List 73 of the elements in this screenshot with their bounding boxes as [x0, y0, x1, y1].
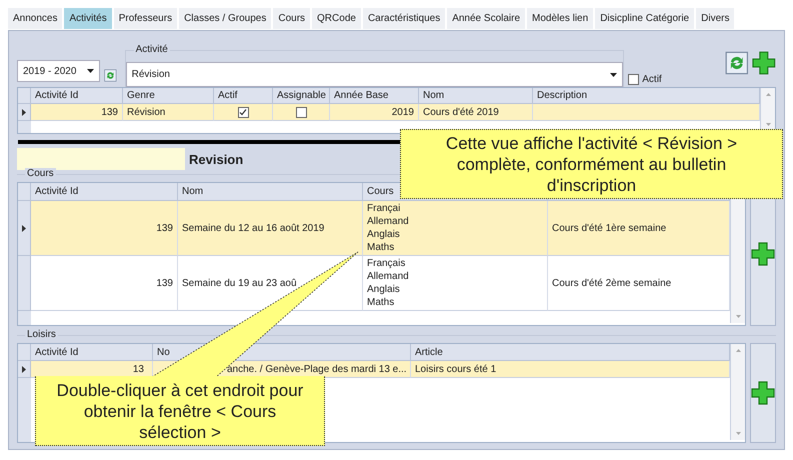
table-cell: Loisirs cours été 1: [411, 361, 730, 378]
scrollbar[interactable]: [760, 88, 775, 131]
scroll-down-icon[interactable]: [736, 432, 740, 435]
tab[interactable]: Activités: [64, 8, 112, 29]
row-indicator-icon: [22, 366, 26, 372]
scroll-down-icon[interactable]: [736, 315, 740, 318]
course-name: Français: [367, 257, 406, 270]
column-header[interactable]: Activité Id: [35, 186, 78, 197]
table-cell: Cours d'été 2019: [419, 104, 533, 121]
table-cell: Cours d'été 2ème semaine: [548, 256, 730, 311]
column-header[interactable]: Genre: [127, 90, 155, 101]
column-header[interactable]: Année Base: [334, 90, 388, 101]
plus-icon[interactable]: [752, 51, 776, 75]
activity-label: Activité: [134, 44, 170, 55]
table-cell: 139: [31, 201, 178, 256]
table-cell: Cours d'été 1ère semaine: [548, 201, 730, 256]
table-cell: 139: [31, 104, 123, 121]
tab[interactable]: Professeurs: [114, 8, 178, 29]
column-header[interactable]: Actif: [218, 90, 238, 101]
scroll-up-icon[interactable]: [736, 349, 740, 352]
add-button[interactable]: [750, 343, 776, 443]
table-cell: Révision: [123, 104, 214, 121]
tab[interactable]: Caractéristiques: [362, 8, 446, 29]
scroll-down-icon[interactable]: [766, 123, 770, 126]
plus-icon[interactable]: [751, 242, 775, 266]
scroll-up-icon[interactable]: [766, 93, 770, 96]
column-header[interactable]: Description: [537, 90, 588, 101]
column-header[interactable]: No: [157, 346, 170, 358]
column-header[interactable]: Nom: [423, 90, 444, 101]
column-header[interactable]: Article: [415, 346, 443, 358]
column-header[interactable]: Activité Id: [35, 90, 78, 101]
course-name: Allemand: [367, 270, 409, 283]
group-label: Loisirs: [25, 329, 58, 340]
refresh-icon[interactable]: [104, 69, 117, 82]
tab[interactable]: Année Scolaire: [447, 8, 526, 29]
table-cell: 139: [31, 256, 178, 311]
actif-checkbox[interactable]: [238, 106, 248, 118]
assignable-checkbox[interactable]: [296, 106, 306, 118]
tab[interactable]: Disicpline Catégorie: [595, 8, 694, 29]
column-header[interactable]: Nom: [182, 186, 204, 197]
tab[interactable]: Cours: [273, 8, 310, 29]
course-name: Françai: [367, 202, 400, 215]
column-header[interactable]: Activité Id: [35, 346, 78, 358]
table-cell: Semaine du 19 au 23 aoû: [178, 256, 363, 311]
tab[interactable]: Classes / Groupes: [179, 8, 272, 29]
actif-label: Actif: [642, 74, 662, 85]
actif-checkbox[interactable]: [628, 74, 640, 85]
dropdown-arrow-icon[interactable]: [86, 69, 94, 73]
column-header[interactable]: Cours: [367, 186, 394, 197]
course-name: Anglais: [367, 228, 400, 241]
dropdown-arrow-icon[interactable]: [610, 72, 618, 76]
row-indicator-icon: [22, 108, 26, 116]
refresh-icon[interactable]: [724, 51, 748, 75]
tab[interactable]: Modèles lien: [527, 8, 594, 29]
course-name: Allemand: [367, 215, 409, 228]
course-name: Maths: [367, 296, 394, 309]
group-label: Cours: [25, 168, 56, 179]
callout-tooltip: Cette vue affiche l'activité < Révision > complète, conformément au bulletin d'inscription: [400, 129, 783, 199]
row-indicator-icon: [22, 224, 26, 232]
course-name: Maths: [367, 241, 394, 254]
plus-icon[interactable]: [751, 381, 775, 405]
banner-title: Revision: [189, 152, 244, 166]
table-cell: Semaine du 12 au 16 août 2019: [178, 201, 363, 256]
scrollbar[interactable]: [730, 344, 745, 440]
course-name: Anglais: [367, 283, 400, 296]
callout-tooltip: Double-cliquer à cet endroit pour obtenir la fenêtre < Cours sélection >: [35, 376, 325, 446]
tab[interactable]: Annonces: [8, 8, 62, 29]
column-header[interactable]: Assignable: [277, 90, 326, 101]
activity-dropdown[interactable]: Révision: [126, 62, 624, 87]
year-dropdown[interactable]: 2019 - 2020: [17, 60, 100, 82]
tab[interactable]: QRCode: [312, 8, 361, 29]
table-cell: 2019: [330, 104, 419, 121]
tab[interactable]: Divers: [696, 8, 734, 29]
